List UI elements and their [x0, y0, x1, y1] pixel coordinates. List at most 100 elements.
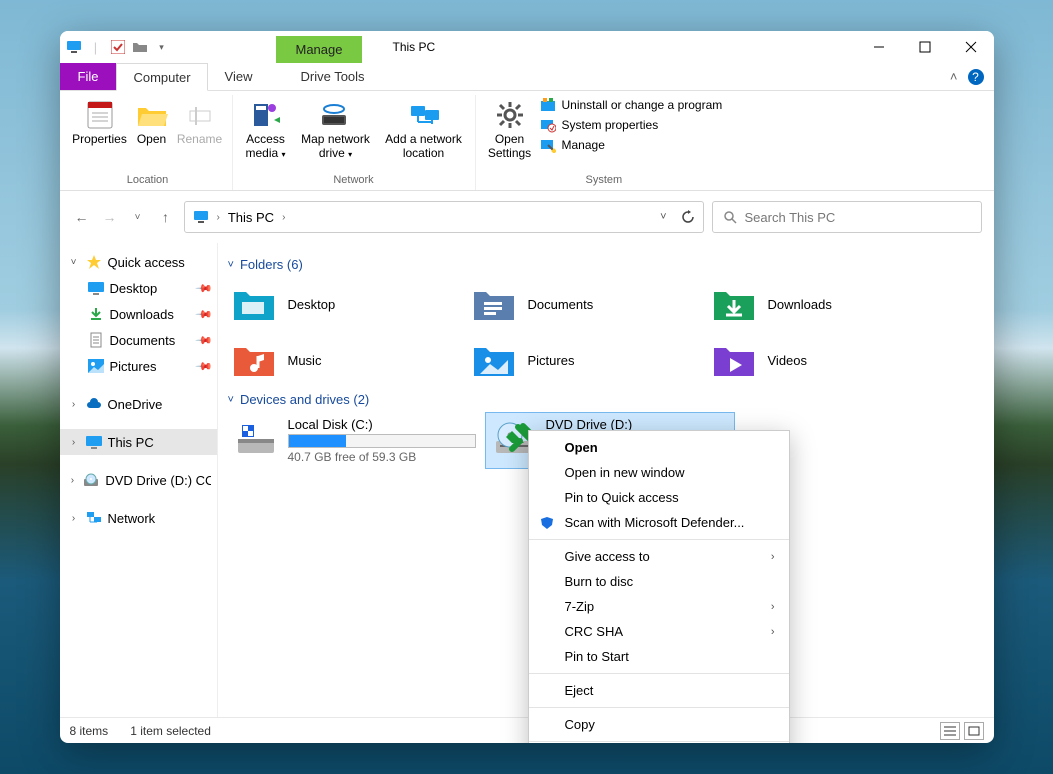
properties-icon	[84, 99, 116, 131]
add-location-button[interactable]: Add a network location	[381, 95, 467, 165]
folder-downloads[interactable]: Downloads	[708, 278, 938, 330]
tree-label: Downloads	[110, 307, 174, 322]
expand-icon[interactable]: ›	[68, 437, 80, 448]
tree-pictures[interactable]: Pictures 📌	[60, 353, 217, 379]
cm-separator	[529, 707, 789, 708]
tree-quick-access[interactable]: ˅ Quick access	[60, 249, 217, 275]
tree-label: OneDrive	[108, 397, 163, 412]
open-button[interactable]: Open	[130, 95, 174, 151]
expand-icon[interactable]: ›	[68, 475, 78, 486]
tiles-view-button[interactable]	[964, 722, 984, 740]
chevron-down-icon: ˅	[228, 259, 234, 271]
cm-pin-start[interactable]: Pin to Start	[529, 644, 789, 669]
close-button[interactable]	[948, 31, 994, 63]
ribbon-group-location: Properties Open Rename Location	[64, 95, 233, 190]
cm-pin-quick-access[interactable]: Pin to Quick access	[529, 485, 789, 510]
details-view-button[interactable]	[940, 722, 960, 740]
file-tab[interactable]: File	[60, 63, 117, 90]
desktop-icon	[88, 280, 104, 296]
tree-desktop[interactable]: Desktop 📌	[60, 275, 217, 301]
desktop-folder-icon	[232, 282, 276, 326]
chevron-down-icon: ▾	[348, 150, 352, 159]
cm-7zip[interactable]: 7-Zip›	[529, 594, 789, 619]
group-header-drives[interactable]: ˅ Devices and drives (2)	[222, 386, 990, 413]
help-icon[interactable]: ?	[968, 69, 984, 85]
gear-icon	[494, 99, 526, 131]
cm-crc-sha[interactable]: CRC SHA›	[529, 619, 789, 644]
cm-burn-disc[interactable]: Burn to disc	[529, 569, 789, 594]
cm-separator	[529, 673, 789, 674]
cloud-icon	[86, 396, 102, 412]
manage-tab-label[interactable]: Manage	[276, 36, 363, 63]
address-bar[interactable]: › This PC › ˅	[184, 201, 704, 233]
up-button[interactable]: ↑	[156, 209, 176, 225]
map-drive-button[interactable]: Map network drive ▾	[293, 95, 379, 165]
navigation-pane: ˅ Quick access Desktop 📌 Downloads 📌 Doc…	[60, 243, 218, 717]
chevron-right-icon[interactable]: ›	[282, 212, 285, 223]
tree-downloads[interactable]: Downloads 📌	[60, 301, 217, 327]
tab-computer[interactable]: Computer	[116, 63, 207, 91]
tree-dvd-drive[interactable]: › DVD Drive (D:) CCCC	[60, 467, 217, 493]
chevron-right-icon[interactable]: ›	[217, 212, 220, 223]
tree-onedrive[interactable]: › OneDrive	[60, 391, 217, 417]
picture-icon	[88, 358, 104, 374]
chevron-down-icon: ▾	[282, 150, 286, 159]
checkbox-icon[interactable]	[110, 39, 126, 55]
sys-props-button[interactable]: System properties	[540, 117, 723, 133]
tree-this-pc[interactable]: › This PC	[60, 429, 217, 455]
folder-desktop[interactable]: Desktop	[228, 278, 458, 330]
folder-videos[interactable]: Videos	[708, 334, 938, 386]
cm-eject[interactable]: Eject	[529, 678, 789, 703]
forward-button[interactable]: →	[100, 209, 120, 225]
breadcrumb-this-pc[interactable]: This PC	[228, 210, 274, 225]
group-header-folders[interactable]: ˅ Folders (6)	[222, 251, 990, 278]
uninstall-button[interactable]: Uninstall or change a program	[540, 97, 723, 113]
title-bar: | ▾ Manage This PC	[60, 31, 994, 63]
tree-network[interactable]: › Network	[60, 505, 217, 531]
tree-label: Network	[108, 511, 156, 526]
access-media-button[interactable]: Access media ▾	[241, 95, 291, 165]
folder-dropdown-icon[interactable]	[132, 39, 148, 55]
back-button[interactable]: ←	[72, 209, 92, 225]
cm-open-new-window[interactable]: Open in new window	[529, 460, 789, 485]
cm-open[interactable]: Open	[529, 435, 789, 460]
quick-access-toolbar: | ▾	[60, 31, 176, 63]
expand-icon[interactable]: ›	[68, 399, 80, 410]
properties-button[interactable]: Properties	[72, 95, 128, 151]
map-drive-icon	[320, 99, 352, 131]
drive-local-c[interactable]: Local Disk (C:) 40.7 GB free of 59.3 GB	[228, 413, 476, 468]
cm-copy[interactable]: Copy	[529, 712, 789, 737]
maximize-button[interactable]	[902, 31, 948, 63]
search-input[interactable]: Search This PC	[712, 201, 982, 233]
tree-documents[interactable]: Documents 📌	[60, 327, 217, 353]
divider-icon: |	[88, 39, 104, 55]
monitor-icon	[86, 434, 102, 450]
ribbon-group-system: Open Settings Uninstall or change a prog…	[476, 95, 733, 190]
cm-scan-defender[interactable]: Scan with Microsoft Defender...	[529, 510, 789, 535]
qat-menu-icon[interactable]: ▾	[154, 39, 170, 55]
search-icon	[723, 210, 737, 224]
cm-give-access[interactable]: Give access to›	[529, 544, 789, 569]
nav-address-row: ← → ˅ ↑ › This PC › ˅ Search This PC	[60, 191, 994, 243]
address-dropdown-icon[interactable]: ˅	[660, 211, 666, 223]
collapse-ribbon-icon[interactable]: ˄	[950, 69, 958, 84]
tab-view[interactable]: View	[208, 63, 270, 90]
folder-documents[interactable]: Documents	[468, 278, 698, 330]
tree-label: Documents	[110, 333, 176, 348]
folder-music[interactable]: Music	[228, 334, 458, 386]
open-settings-button[interactable]: Open Settings	[484, 95, 536, 165]
tab-drive-tools[interactable]: Drive Tools	[283, 63, 381, 90]
minimize-button[interactable]	[856, 31, 902, 63]
expand-icon[interactable]: ›	[68, 513, 80, 524]
collapse-icon[interactable]: ˅	[68, 257, 80, 268]
explorer-window: | ▾ Manage This PC File Co	[60, 31, 994, 743]
drive-label: Local Disk (C:)	[288, 417, 476, 432]
manage-button[interactable]: Manage	[540, 137, 723, 153]
recent-locations-button[interactable]: ˅	[128, 212, 148, 223]
properties-label: Properties	[72, 133, 127, 147]
refresh-icon[interactable]	[681, 210, 695, 224]
folder-pictures[interactable]: Pictures	[468, 334, 698, 386]
shield-icon	[539, 515, 555, 531]
chevron-right-icon: ›	[771, 626, 775, 638]
tree-label: DVD Drive (D:) CCCC	[105, 473, 210, 488]
